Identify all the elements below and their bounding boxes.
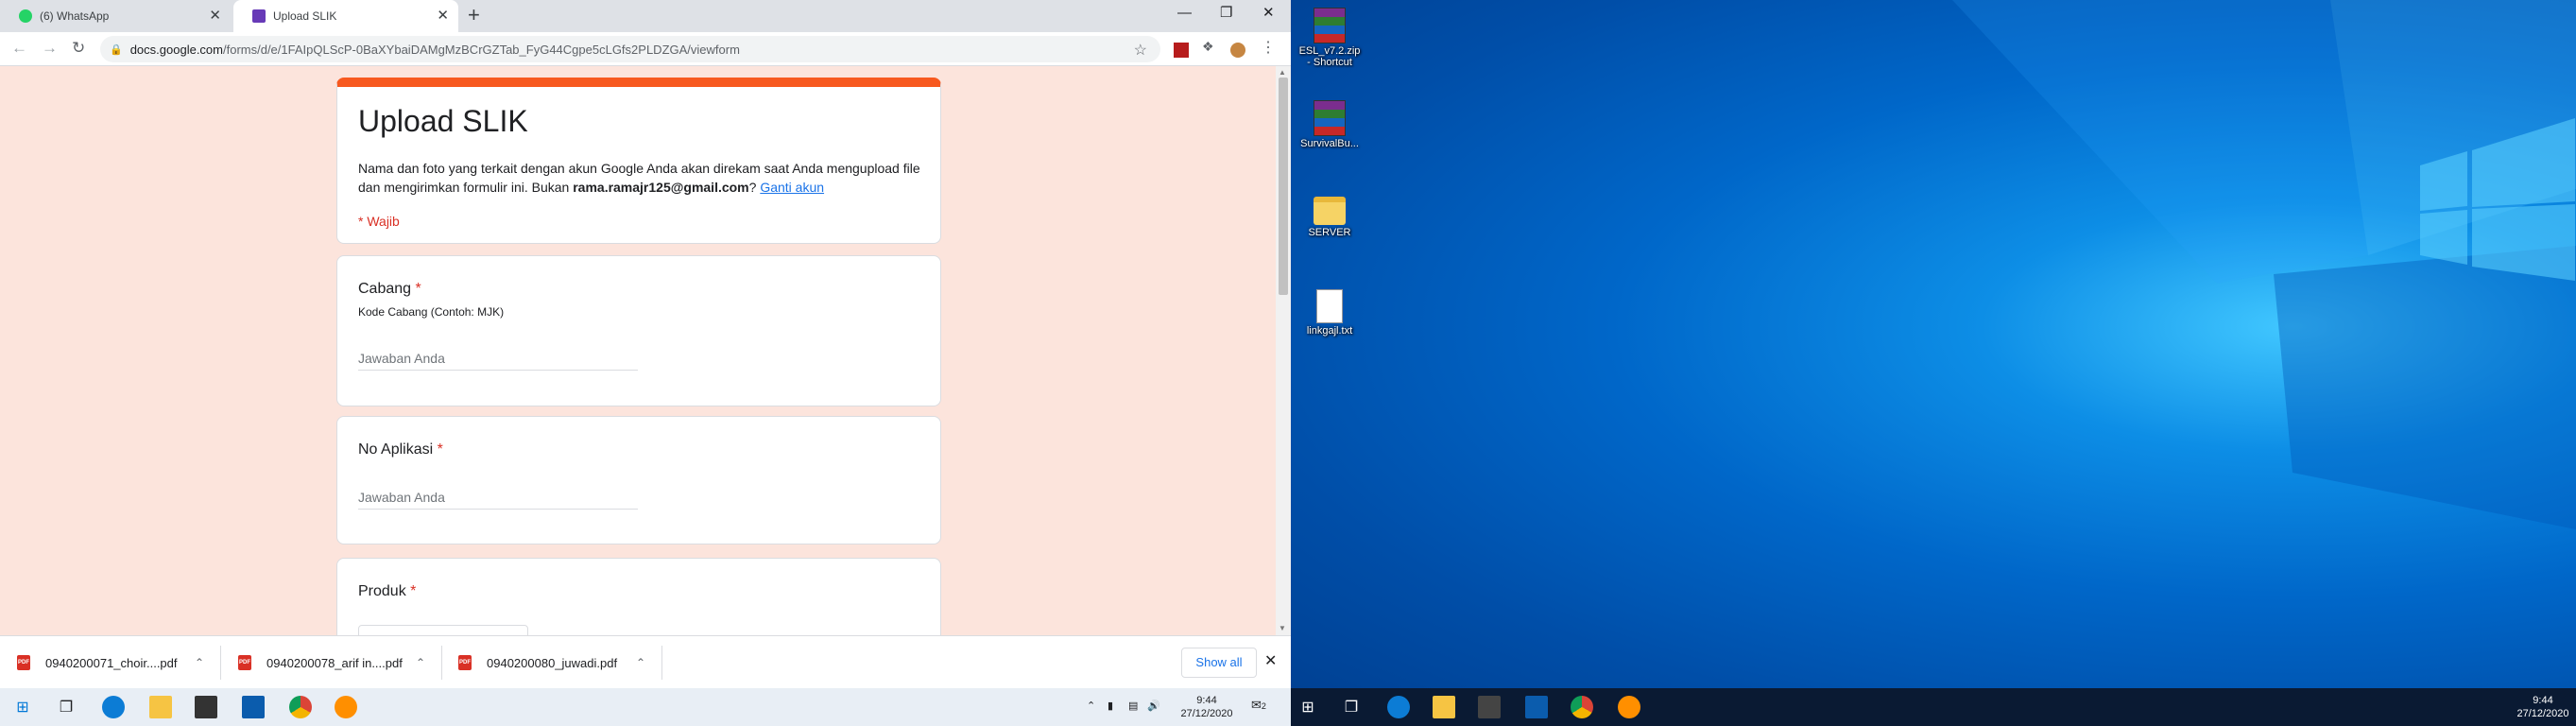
scroll-down-icon[interactable]: ▼ xyxy=(1279,624,1286,632)
battery-icon: ▮ xyxy=(1108,700,1114,712)
question-title: Produk * xyxy=(358,583,417,599)
google-forms-icon xyxy=(252,9,266,23)
volume-icon[interactable]: 🔊 xyxy=(1147,700,1160,726)
download-item[interactable]: PDF 0940200078_arif in....pdf ⌃ xyxy=(238,636,432,689)
chevron-up-icon[interactable]: ⌃ xyxy=(636,656,645,669)
mail-icon[interactable] xyxy=(1525,696,1548,718)
desktop-icon-server[interactable]: SERVER xyxy=(1298,197,1361,238)
chrome-icon[interactable] xyxy=(1571,696,1593,718)
folder-icon xyxy=(1314,197,1346,225)
browser-toolbar: ← → ↻ 🔒 docs.google.com/forms/d/e/1FAIpQ… xyxy=(0,32,1291,66)
question-title: Cabang * xyxy=(358,281,421,297)
file-explorer-icon[interactable] xyxy=(1433,696,1455,718)
required-note: * Wajib xyxy=(358,214,400,229)
close-tab-icon[interactable]: ✕ xyxy=(209,9,221,24)
new-tab-button[interactable]: + xyxy=(468,5,480,26)
task-view-icon[interactable]: ❐ xyxy=(1340,696,1363,718)
avatar[interactable] xyxy=(1230,43,1245,58)
minimize-button[interactable]: — xyxy=(1177,3,1192,24)
download-filename: 0940200071_choir....pdf xyxy=(45,655,178,670)
winrar-icon xyxy=(1314,100,1346,136)
account-email: rama.ramajr125@gmail.com xyxy=(573,180,749,195)
taskbar: ⊞ ❐ 9:44 27/12/2020 xyxy=(1291,688,2576,726)
tray-chevron-icon[interactable]: ⌃ xyxy=(1087,700,1095,726)
windows-start-icon[interactable]: ⊞ xyxy=(11,696,34,718)
desktop-icon-esl[interactable]: ESL_v7.2.zip - Shortcut xyxy=(1298,8,1361,68)
puzzle-icon[interactable]: ❖ xyxy=(1202,39,1217,54)
pdf-icon: PDF xyxy=(238,655,251,670)
tab-whatsapp[interactable]: (6) WhatsApp ✕ xyxy=(0,0,231,32)
page-content: Upload SLIK Nama dan foto yang terkait d… xyxy=(0,66,1276,635)
mail-icon[interactable] xyxy=(242,696,265,718)
store-icon[interactable] xyxy=(1478,696,1501,718)
download-item[interactable]: PDF 0940200080_juwadi.pdf ⌃ xyxy=(458,636,652,689)
close-tab-icon[interactable]: ✕ xyxy=(437,9,449,24)
url-text: docs.google.com/forms/d/e/1FAIpQLScP-0Ba… xyxy=(129,42,740,57)
bookmark-star-icon[interactable]: ☆ xyxy=(1134,41,1147,60)
show-all-button[interactable]: Show all xyxy=(1181,648,1257,678)
windows-logo-wallpaper xyxy=(1952,0,2576,529)
network-icon[interactable]: ▤ xyxy=(1128,700,1138,726)
edge-icon[interactable] xyxy=(102,696,125,718)
download-bar: PDF 0940200071_choir....pdf ⌃ PDF 094020… xyxy=(0,635,1291,688)
address-bar[interactable]: 🔒 docs.google.com/forms/d/e/1FAIpQLScP-0… xyxy=(100,36,1160,62)
no-aplikasi-input[interactable] xyxy=(358,485,638,510)
desktop: ESL_v7.2.zip - Shortcut SurvivalBu... SE… xyxy=(1291,0,2576,726)
download-item[interactable]: PDF 0940200071_choir....pdf ⌃ xyxy=(17,636,211,689)
page-scrollbar[interactable]: ▲ ▼ xyxy=(1276,66,1291,635)
pdf-icon: PDF xyxy=(17,655,30,670)
question-card-no-aplikasi: No Aplikasi * xyxy=(336,416,941,544)
file-explorer-icon[interactable] xyxy=(149,696,172,718)
pdf-icon: PDF xyxy=(458,655,472,670)
app-icon[interactable] xyxy=(335,696,357,718)
close-download-bar-icon[interactable]: ✕ xyxy=(1264,651,1277,670)
chrome-window: (6) WhatsApp ✕ Upload SLIK ✕ + — ❐ ✕ ← →… xyxy=(0,0,1291,726)
maximize-button[interactable]: ❐ xyxy=(1220,3,1232,24)
windows-start-icon[interactable]: ⊞ xyxy=(1297,696,1319,718)
tab-strip: (6) WhatsApp ✕ Upload SLIK ✕ + — ❐ ✕ xyxy=(0,0,1291,32)
clock[interactable]: 9:44 27/12/2020 xyxy=(2510,694,2576,720)
desktop-icon-linkgaji[interactable]: linkgajl.txt xyxy=(1298,289,1361,337)
store-icon[interactable] xyxy=(195,696,217,718)
edge-icon[interactable] xyxy=(1387,696,1410,718)
forward-button[interactable]: → xyxy=(42,39,58,58)
winrar-icon xyxy=(1314,8,1346,43)
scroll-thumb[interactable] xyxy=(1279,78,1288,295)
reload-button[interactable]: ↻ xyxy=(72,39,85,58)
question-card-cabang: Cabang * Kode Cabang (Contoh: MJK) xyxy=(336,255,941,406)
app-icon[interactable] xyxy=(1618,696,1640,718)
form-header-card: Upload SLIK Nama dan foto yang terkait d… xyxy=(336,78,941,244)
taskbar: ⊞ ❐ ⌃ ▮ ▤ 🔊 9:44 27/12/2020 ✉2 xyxy=(0,688,1291,726)
question-card-produk: Produk * xyxy=(336,558,941,635)
produk-dropdown[interactable] xyxy=(358,625,528,635)
close-window-button[interactable]: ✕ xyxy=(1262,3,1275,24)
question-title: No Aplikasi * xyxy=(358,441,443,458)
download-filename: 0940200080_juwadi.pdf xyxy=(487,655,618,670)
task-view-icon[interactable]: ❐ xyxy=(55,696,77,718)
chrome-menu-icon[interactable]: ⋮ xyxy=(1261,38,1276,56)
whatsapp-icon xyxy=(19,9,32,23)
desktop-icon-survivalbu[interactable]: SurvivalBu... xyxy=(1298,100,1361,149)
form-title: Upload SLIK xyxy=(358,104,528,138)
clock[interactable]: 9:44 27/12/2020 xyxy=(1174,694,1240,720)
form-description: Nama dan foto yang terkait dengan akun G… xyxy=(358,161,920,195)
chevron-up-icon[interactable]: ⌃ xyxy=(195,656,204,669)
notification-icon[interactable]: ✉2 xyxy=(1251,698,1266,726)
scroll-up-icon[interactable]: ▲ xyxy=(1279,68,1286,77)
tab-upload-slik[interactable]: Upload SLIK ✕ xyxy=(233,0,458,32)
extension-icon[interactable] xyxy=(1174,43,1189,58)
question-help: Kode Cabang (Contoh: MJK) xyxy=(358,305,505,319)
back-button[interactable]: ← xyxy=(11,39,27,58)
switch-account-link[interactable]: Ganti akun xyxy=(760,180,824,195)
chrome-icon[interactable] xyxy=(289,696,312,718)
tab-label: (6) WhatsApp xyxy=(40,9,110,23)
cabang-input[interactable] xyxy=(358,346,638,371)
lock-icon: 🔒 xyxy=(110,43,123,56)
chevron-up-icon[interactable]: ⌃ xyxy=(416,656,425,669)
text-file-icon xyxy=(1316,289,1343,323)
tab-label: Upload SLIK xyxy=(273,9,337,23)
download-filename: 0940200078_arif in....pdf xyxy=(266,655,403,670)
